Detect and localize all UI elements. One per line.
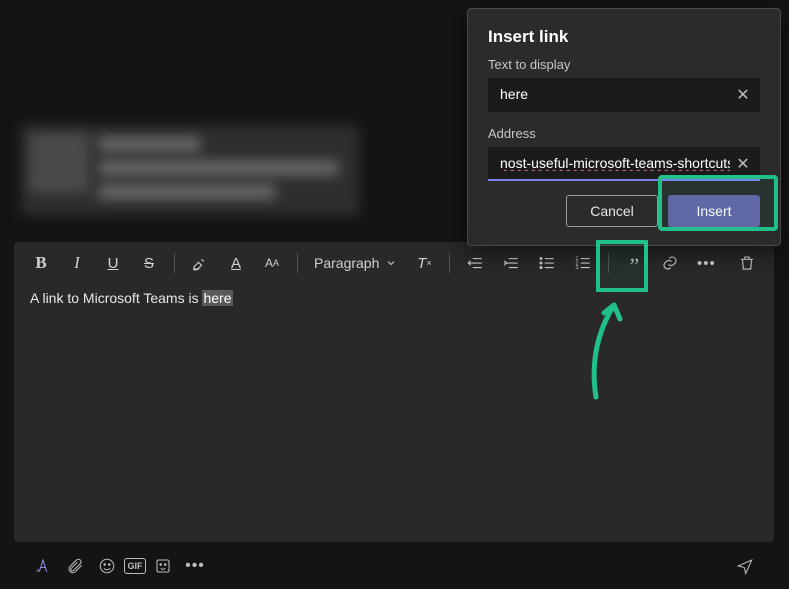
delete-draft-button[interactable] xyxy=(730,246,764,280)
sticker-button[interactable] xyxy=(148,551,178,581)
font-color-button[interactable]: A xyxy=(219,246,253,280)
toolbar-divider xyxy=(449,253,450,273)
underline-button[interactable]: U xyxy=(96,246,130,280)
chevron-down-icon xyxy=(385,257,397,269)
highlight-button[interactable] xyxy=(183,246,217,280)
message-body[interactable]: A link to Microsoft Teams is here xyxy=(14,284,774,542)
toolbar-divider xyxy=(608,253,609,273)
clear-formatting-button[interactable]: T× xyxy=(407,246,441,280)
gif-button[interactable]: GIF xyxy=(124,558,146,574)
text-to-display-label: Text to display xyxy=(488,57,760,72)
italic-button[interactable]: I xyxy=(60,246,94,280)
insert-button[interactable]: Insert xyxy=(668,195,760,227)
dialog-title: Insert link xyxy=(488,27,760,47)
bulleted-list-button[interactable] xyxy=(530,246,564,280)
outdent-button[interactable] xyxy=(458,246,492,280)
font-size-button[interactable]: AA xyxy=(255,246,289,280)
send-button[interactable] xyxy=(730,551,760,581)
paragraph-label: Paragraph xyxy=(314,255,379,271)
strikethrough-button[interactable]: S xyxy=(132,246,166,280)
emoji-button[interactable] xyxy=(92,551,122,581)
more-options-button[interactable]: ••• xyxy=(689,246,723,280)
text-to-display-input[interactable] xyxy=(488,78,760,112)
toolbar-divider xyxy=(297,253,298,273)
clear-address-icon[interactable]: ✕ xyxy=(732,153,754,175)
numbered-list-button[interactable]: 123 xyxy=(566,246,600,280)
compose-editor: B I U S A AA Paragraph T× 123 ” xyxy=(14,242,774,542)
clear-text-icon[interactable]: ✕ xyxy=(732,84,754,106)
compose-actions-bar: GIF ••• xyxy=(14,548,774,584)
attachment-button[interactable] xyxy=(60,551,90,581)
insert-link-dialog: Insert link Text to display ✕ Address ✕ … xyxy=(467,8,781,246)
insert-link-button[interactable] xyxy=(653,246,687,280)
paragraph-style-select[interactable]: Paragraph xyxy=(306,246,405,280)
selected-text: here xyxy=(202,290,232,306)
message-text: A link to Microsoft Teams is xyxy=(30,290,202,306)
more-actions-button[interactable]: ••• xyxy=(180,551,210,581)
format-button[interactable] xyxy=(28,551,58,581)
toolbar-divider xyxy=(174,253,175,273)
chat-header-blurred xyxy=(21,125,359,215)
indent-button[interactable] xyxy=(494,246,528,280)
bold-button[interactable]: B xyxy=(24,246,58,280)
address-label: Address xyxy=(488,126,760,141)
svg-text:3: 3 xyxy=(576,265,579,271)
address-input[interactable] xyxy=(488,147,760,181)
formatting-toolbar: B I U S A AA Paragraph T× 123 ” xyxy=(14,242,774,284)
cancel-button[interactable]: Cancel xyxy=(566,195,658,227)
quote-button[interactable]: ” xyxy=(617,249,651,283)
